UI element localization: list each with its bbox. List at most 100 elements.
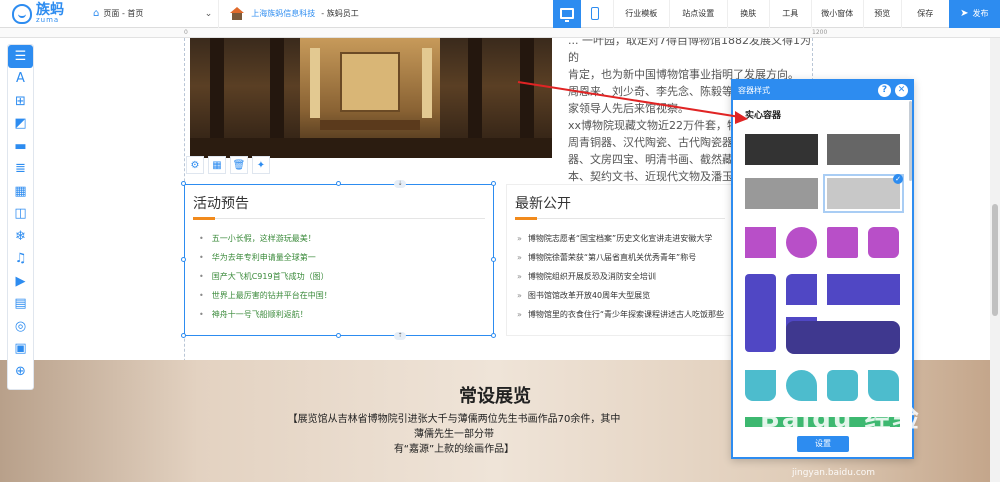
home-icon: ⌂ <box>93 8 100 19</box>
company-user: - 族蚂员工 <box>321 9 359 18</box>
logo-subtext: zuma <box>36 16 60 24</box>
photo-scroll <box>422 48 432 118</box>
resize-handle[interactable] <box>491 333 496 338</box>
drag-anchor-icon[interactable]: ⇣ <box>394 180 406 188</box>
panel-scrollbar[interactable] <box>909 101 912 181</box>
list-item[interactable]: 华为去年专利申请量全球第一 <box>199 248 332 267</box>
image-text-icon[interactable]: ◩ <box>8 113 33 136</box>
style-swatch-purple-circle[interactable] <box>786 227 817 258</box>
top-bar: 族蚂 zuma ⌂ 页面 - 首页 ⌄ 上海族蚂信息科技 - 族蚂员工 行业模板… <box>0 0 1000 28</box>
list-item[interactable]: 国产大飞机C919首飞成功（图） <box>199 267 332 286</box>
delete-icon[interactable]: 🗑 <box>230 156 248 174</box>
style-swatch-dark[interactable] <box>745 134 818 165</box>
list-item[interactable]: 博物院志愿者“国宝档案”历史文化宣讲走进安徽大学 <box>517 229 724 248</box>
photo-floor <box>190 138 552 158</box>
style-swatch-teal-leaf[interactable] <box>786 370 817 401</box>
box-icon[interactable]: ◫ <box>8 203 33 226</box>
music-icon[interactable]: ♫ <box>8 248 33 271</box>
phone-icon <box>590 7 599 20</box>
style-swatch-gray[interactable] <box>827 134 900 165</box>
style-swatch-purple-rounded-large[interactable] <box>868 227 899 258</box>
style-swatch-teal-diagonal[interactable] <box>868 370 899 401</box>
menu-mini-window[interactable]: 微小窗体 <box>810 0 863 28</box>
menu-preview[interactable]: 预览 <box>862 0 901 28</box>
style-swatch-indigo-corner[interactable] <box>786 274 817 305</box>
photo-screen <box>340 52 400 112</box>
style-swatch-mid[interactable] <box>745 178 818 209</box>
selected-check-icon: ✓ <box>893 174 903 184</box>
resize-handle[interactable] <box>336 181 341 186</box>
museum-hall-image[interactable] <box>190 38 552 158</box>
desktop-view-button[interactable] <box>552 0 581 28</box>
page-selector[interactable]: ⌂ 页面 - 首页 ⌄ <box>85 0 220 28</box>
photo-table <box>320 120 420 130</box>
settings-icon[interactable]: ⚙ <box>186 156 204 174</box>
style-swatch-purple-rounded[interactable] <box>827 227 858 258</box>
mobile-view-button[interactable] <box>581 0 609 28</box>
page-scrollbar-thumb[interactable] <box>992 204 998 316</box>
logo[interactable]: 族蚂 zuma <box>0 3 79 24</box>
baidu-watermark: Baidu 经验 <box>760 404 921 434</box>
style-swatch-indigo-pill[interactable] <box>786 321 900 354</box>
news-module[interactable]: 最新公开 博物院志愿者“国宝档案”历史文化宣讲走进安徽大学 博物院徐蕾荣获“第八… <box>506 184 732 336</box>
resize-handle[interactable] <box>336 333 341 338</box>
close-icon[interactable]: ✕ <box>895 84 908 97</box>
ruler-right-mark: 1200 <box>812 29 828 36</box>
style-swatch-indigo-tall[interactable] <box>745 274 776 352</box>
resize-handle[interactable] <box>181 333 186 338</box>
publish-button[interactable]: ➤ 发布 <box>948 0 1000 28</box>
ruler: 0 1200 <box>0 28 1000 38</box>
resize-handle[interactable] <box>181 257 186 262</box>
drag-anchor-icon[interactable]: ⇡ <box>394 332 406 340</box>
snowflake-icon[interactable]: ❄ <box>8 225 33 248</box>
exhibition-description: 【展览馆从吉林省博物院引进张大千与薄儒两位先生书画作品70余件，其中薄儒先生一部… <box>284 412 624 457</box>
news-divider <box>515 218 725 219</box>
intro-line: ... 一叶园，取走对7得目博物馆1882发展义得1为的 <box>568 38 811 64</box>
top-menu: 行业模板 站点设置 换肤 工具 微小窗体 预览 保存 <box>612 0 949 28</box>
clock-icon[interactable]: ◎ <box>8 315 33 338</box>
list-item[interactable]: 世界上最厉害的钻井平台在中国！ <box>199 286 332 305</box>
grid-icon[interactable]: ▦ <box>208 156 226 174</box>
list-item[interactable]: 图书馆馆改革开放40周年大型展览 <box>517 286 724 305</box>
divider-icon[interactable]: ▬ <box>8 135 33 158</box>
magic-wand-icon[interactable]: ✦ <box>252 156 270 174</box>
style-swatch-light-selected[interactable] <box>823 174 904 213</box>
resize-handle[interactable] <box>181 181 186 186</box>
list-detail-icon[interactable]: ≣ <box>8 158 33 181</box>
list-item[interactable]: 五一小长假，这样游玩最美！ <box>199 229 332 248</box>
layout-icon[interactable]: ⊞ <box>8 90 33 113</box>
menu-industry-template[interactable]: 行业模板 <box>612 0 669 28</box>
menu-save[interactable]: 保存 <box>900 0 949 28</box>
search-icon[interactable]: ⊕ <box>8 360 33 383</box>
site-house-icon <box>229 6 245 21</box>
list-icon[interactable]: ☰ <box>8 45 33 68</box>
style-swatch-teal-drop[interactable] <box>745 370 776 401</box>
list-item[interactable]: 博物院徐蕾荣获“第八届省直机关优秀青年”称号 <box>517 248 724 267</box>
resize-handle[interactable] <box>491 257 496 262</box>
resize-handle[interactable] <box>491 181 496 186</box>
component-toolbar: ☰ A ⊞ ◩ ▬ ≣ ▦ ◫ ❄ ♫ ▶ ▤ ◎ ▣ ⊕ <box>7 44 34 390</box>
text-icon[interactable]: A <box>8 68 33 91</box>
style-swatch-purple-square[interactable] <box>745 227 776 258</box>
style-swatch-teal-rounded[interactable] <box>827 370 858 401</box>
picture-icon[interactable]: ▣ <box>8 338 33 361</box>
help-icon[interactable]: ? <box>878 84 891 97</box>
news-accent-bar <box>515 217 537 220</box>
menu-site-settings[interactable]: 站点设置 <box>668 0 727 28</box>
video-icon[interactable]: ▶ <box>8 270 33 293</box>
list-item[interactable]: 神舟十一号飞船顺利返航！ <box>199 305 332 324</box>
menu-skin[interactable]: 换肤 <box>726 0 769 28</box>
menu-tools[interactable]: 工具 <box>768 0 811 28</box>
form-icon[interactable]: ▤ <box>8 293 33 316</box>
news-title: 最新公开 <box>515 196 571 212</box>
list-item[interactable]: 博物馆里的衣食住行“青少年探索课程讲述古人吃饭那些 <box>517 305 724 324</box>
list-item[interactable]: 博物院组织开展反恐及消防安全培训 <box>517 267 724 286</box>
site-info: 上海族蚂信息科技 - 族蚂员工 <box>219 0 552 28</box>
activity-module[interactable]: 活动预告 五一小长假，这样游玩最美！ 华为去年专利申请量全球第一 国产大飞机C9… <box>184 184 494 336</box>
activity-divider <box>193 218 485 219</box>
activity-list: 五一小长假，这样游玩最美！ 华为去年专利申请量全球第一 国产大飞机C919首飞成… <box>199 229 332 324</box>
style-swatch-indigo-wide[interactable] <box>827 274 900 305</box>
gallery-icon[interactable]: ▦ <box>8 180 33 203</box>
activity-title: 活动预告 <box>193 196 249 212</box>
panel-settings-button[interactable]: 设置 <box>797 436 849 452</box>
